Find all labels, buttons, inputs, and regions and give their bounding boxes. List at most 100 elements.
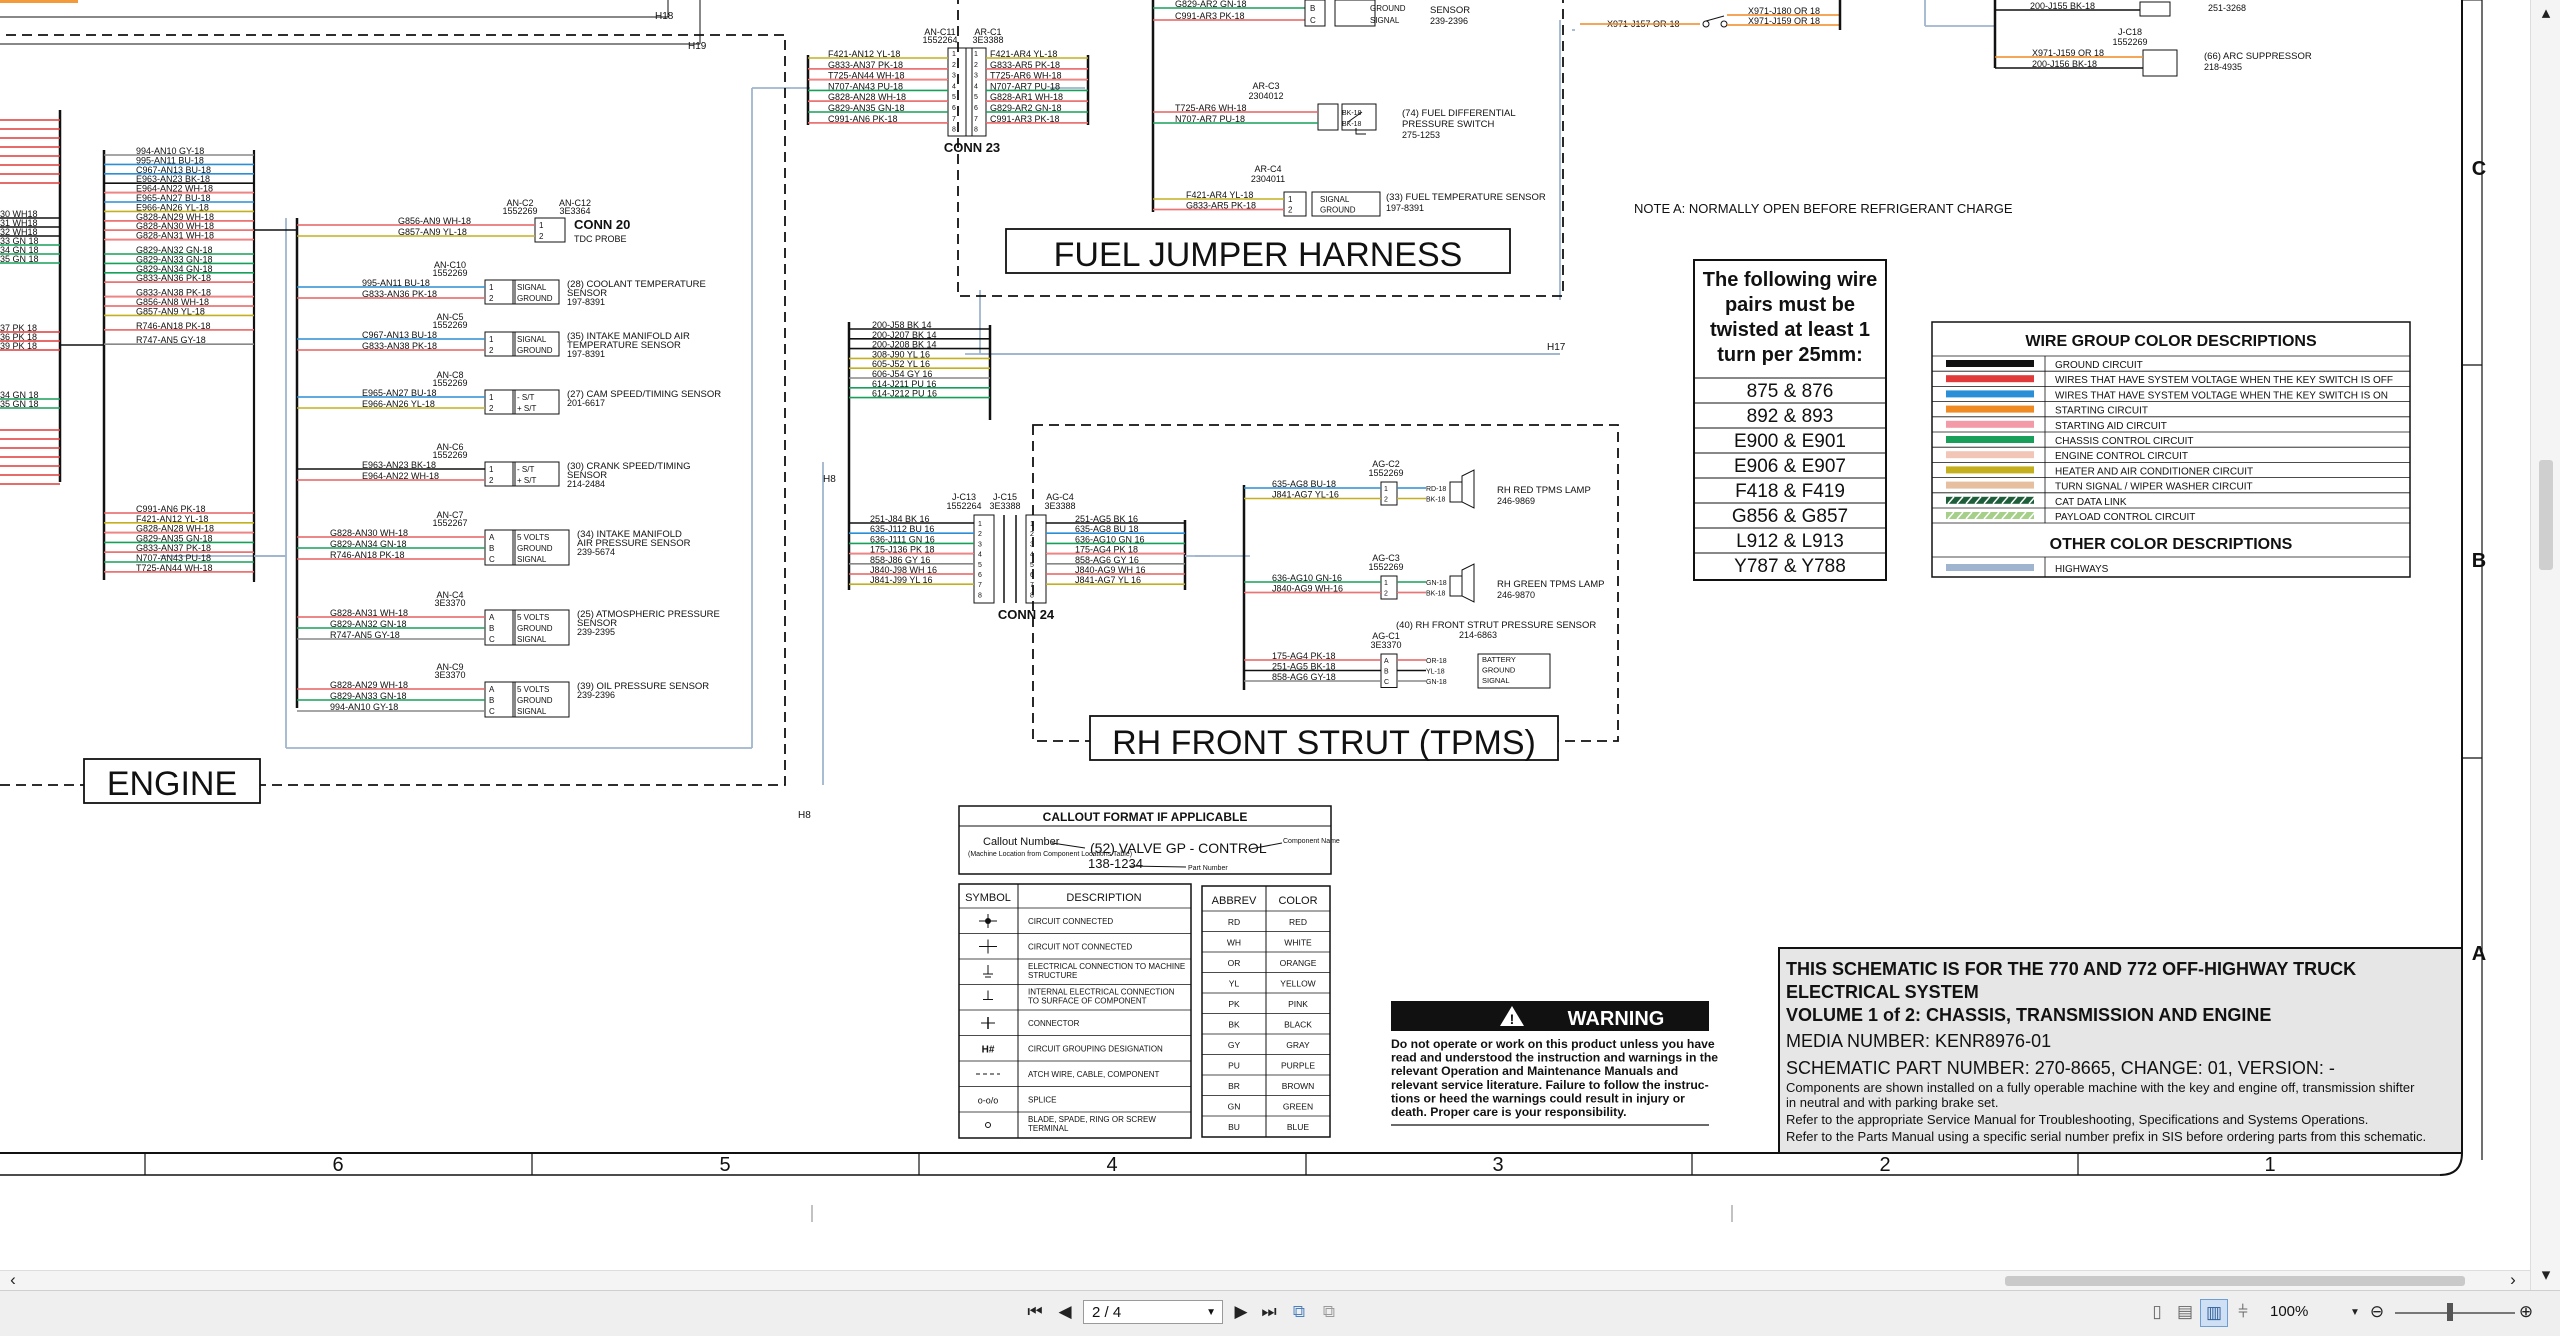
abbrev-color: GREEN [1283, 1102, 1313, 1112]
color-swatch [1946, 466, 2034, 474]
sensor-part-number: 239-2396 [577, 690, 615, 700]
page-dropdown-icon[interactable]: ▼ [1206, 1301, 1216, 1325]
pin-function: GROUND [517, 624, 553, 633]
pin-function: YL-18 [1426, 669, 1445, 676]
page-number-field[interactable]: 2 / 4 ▼ [1083, 1300, 1223, 1324]
horizontal-scroll-thumb[interactable] [2005, 1276, 2465, 1286]
pin-function: 5 VOLTS [517, 685, 549, 694]
grid-column-label: 1 [2264, 1154, 2275, 1176]
zoom-level[interactable]: 100% [2270, 1303, 2308, 1320]
pin-function: SIGNAL [517, 707, 547, 716]
pin-function: GROUND [1320, 206, 1356, 215]
pin-function: RD-18 [1426, 486, 1446, 493]
color-swatch [1946, 564, 2034, 571]
scroll-up-icon[interactable]: ▴ [2533, 0, 2559, 26]
zoom-out-icon[interactable]: ⊖ [2364, 1299, 2390, 1325]
pin-label: 8 [974, 127, 978, 134]
pin-label: C [489, 555, 495, 564]
pin-label: 1 [1384, 486, 1388, 493]
pin-function: + S/T [517, 476, 536, 485]
warning-text: death. Proper care is your responsibilit… [1391, 1105, 1626, 1119]
first-page-icon[interactable]: ⏮ [1022, 1299, 1048, 1325]
pin-label: 2 [952, 62, 956, 69]
pin-label: A [489, 613, 495, 622]
abbrev-code: YL [1229, 979, 1240, 989]
symbols-header: DESCRIPTION [1066, 892, 1141, 904]
horizontal-scrollbar[interactable]: ‹ › [0, 1270, 2530, 1291]
pin-label: 1 [1384, 580, 1388, 587]
zoom-in-icon[interactable]: ⊕ [2513, 1299, 2539, 1325]
pin-label: 4 [978, 552, 982, 559]
single-page-view-icon[interactable]: ▯ [2144, 1299, 2170, 1325]
abbrev-header: COLOR [1278, 895, 1317, 907]
twisted-pair: Y787 & Y788 [1734, 556, 1846, 577]
two-page-icon[interactable]: ▥ [2200, 1299, 2228, 1327]
pin-label: 3 [978, 541, 982, 548]
sensor-part-number: 251-3268 [2208, 3, 2246, 13]
prev-page-icon[interactable]: ◀ [1052, 1299, 1078, 1325]
zoom-slider[interactable] [2395, 1312, 2515, 1314]
scroll-mode-icon[interactable]: ⫩ [2230, 1299, 2256, 1325]
pin-function: - S/T [517, 393, 534, 402]
media-number: MEDIA NUMBER: KENR8976-01 [1786, 1031, 2051, 1051]
vertical-scroll-thumb[interactable] [2539, 460, 2553, 570]
last-page-icon[interactable]: ⏭ [1256, 1299, 1282, 1325]
pin-label: 1 [952, 51, 956, 58]
connector-part: 2304012 [1248, 91, 1283, 101]
document-viewport[interactable]: 6 5 4 3 2 1 C B A H18 H19 H17 H8 H8 ENGINE FUEL JUMPER … [0, 0, 2530, 1270]
next-page-icon[interactable]: ▶ [1228, 1299, 1254, 1325]
pin-function: SIGNAL [517, 283, 547, 292]
other-colors-title: OTHER COLOR DESCRIPTIONS [2050, 536, 2293, 553]
twisted-pair: F418 & F419 [1735, 481, 1845, 502]
pin-function: BK-18 [1426, 497, 1446, 504]
pin-label: B [489, 544, 494, 553]
pin-function: SIGNAL [517, 635, 547, 644]
connector-part: 3E3370 [1370, 640, 1401, 650]
grid-column-label: 2 [1879, 1154, 1890, 1176]
wire-group-label: TURN SIGNAL / WIPER WASHER CIRCUIT [2055, 482, 2253, 493]
abbrev-color: PINK [1288, 999, 1308, 1009]
symbol-description: CIRCUIT NOT CONNECTED [1028, 943, 1132, 952]
fit-icon[interactable]: ⧉ [1286, 1299, 1312, 1325]
abbrev-color: WHITE [1284, 938, 1312, 948]
grid-row-label: C [2472, 158, 2486, 180]
twisted-pair: 892 & 893 [1747, 406, 1834, 427]
single-page-icon[interactable]: ⧉ [1316, 1299, 1342, 1325]
pin-label: 6 [978, 572, 982, 579]
sensor-part-number: 239-5674 [577, 547, 615, 557]
grid-column-label: 6 [332, 1154, 343, 1176]
sensor-part-number: 246-9869 [1497, 496, 1535, 506]
grid-column-label: 3 [1492, 1154, 1503, 1176]
color-swatch [1946, 436, 2034, 443]
engine-harness-title: ENGINE [107, 765, 237, 803]
conn20-desc: TDC PROBE [574, 234, 627, 244]
sensor-part-number: 201-6617 [567, 398, 605, 408]
continuous-icon[interactable]: ▤ [2172, 1299, 2198, 1325]
pin-function: BK-18 [1342, 121, 1362, 128]
symbol-description: TERMINAL [1028, 1124, 1069, 1133]
scroll-down-icon[interactable]: ▾ [2533, 1262, 2559, 1288]
pin-label: 6 [1030, 572, 1034, 579]
twisted-pair: E906 & E907 [1734, 456, 1846, 477]
sensor-name: (33) FUEL TEMPERATURE SENSOR [1386, 192, 1546, 203]
pin-label: 8 [952, 127, 956, 134]
page-corner-marker [0, 0, 78, 3]
pin-label: 2 [1030, 531, 1034, 538]
pin-label: A [489, 685, 495, 694]
vertical-scrollbar[interactable]: ▴ ▾ [2530, 0, 2560, 1290]
connector-part: 1552269 [2112, 37, 2147, 47]
symbol-description: TO SURFACE OF COMPONENT [1028, 997, 1147, 1006]
pin-label: A [489, 533, 495, 542]
sensor-name: RH RED TPMS LAMP [1497, 485, 1591, 496]
zoom-slider-knob[interactable] [2447, 1303, 2453, 1321]
pin-label: C [1310, 16, 1316, 25]
wire-group-label: PAYLOAD CONTROL CIRCUIT [2055, 512, 2195, 523]
title-note: Components are shown installed on a full… [1786, 1080, 2415, 1095]
pin-function: 5 VOLTS [517, 613, 549, 622]
callout-part: 138-1234 [1088, 856, 1143, 871]
title-line-2: ELECTRICAL SYSTEM [1786, 982, 1979, 1002]
abbrev-color: GRAY [1286, 1040, 1310, 1050]
wire-group-label: CAT DATA LINK [2055, 497, 2127, 508]
schematic-page: 6 5 4 3 2 1CBAH18H19H17H8H8ENGINEFUEL JUMPER … [0, 0, 2530, 1270]
pin-label: 2 [1288, 206, 1293, 215]
